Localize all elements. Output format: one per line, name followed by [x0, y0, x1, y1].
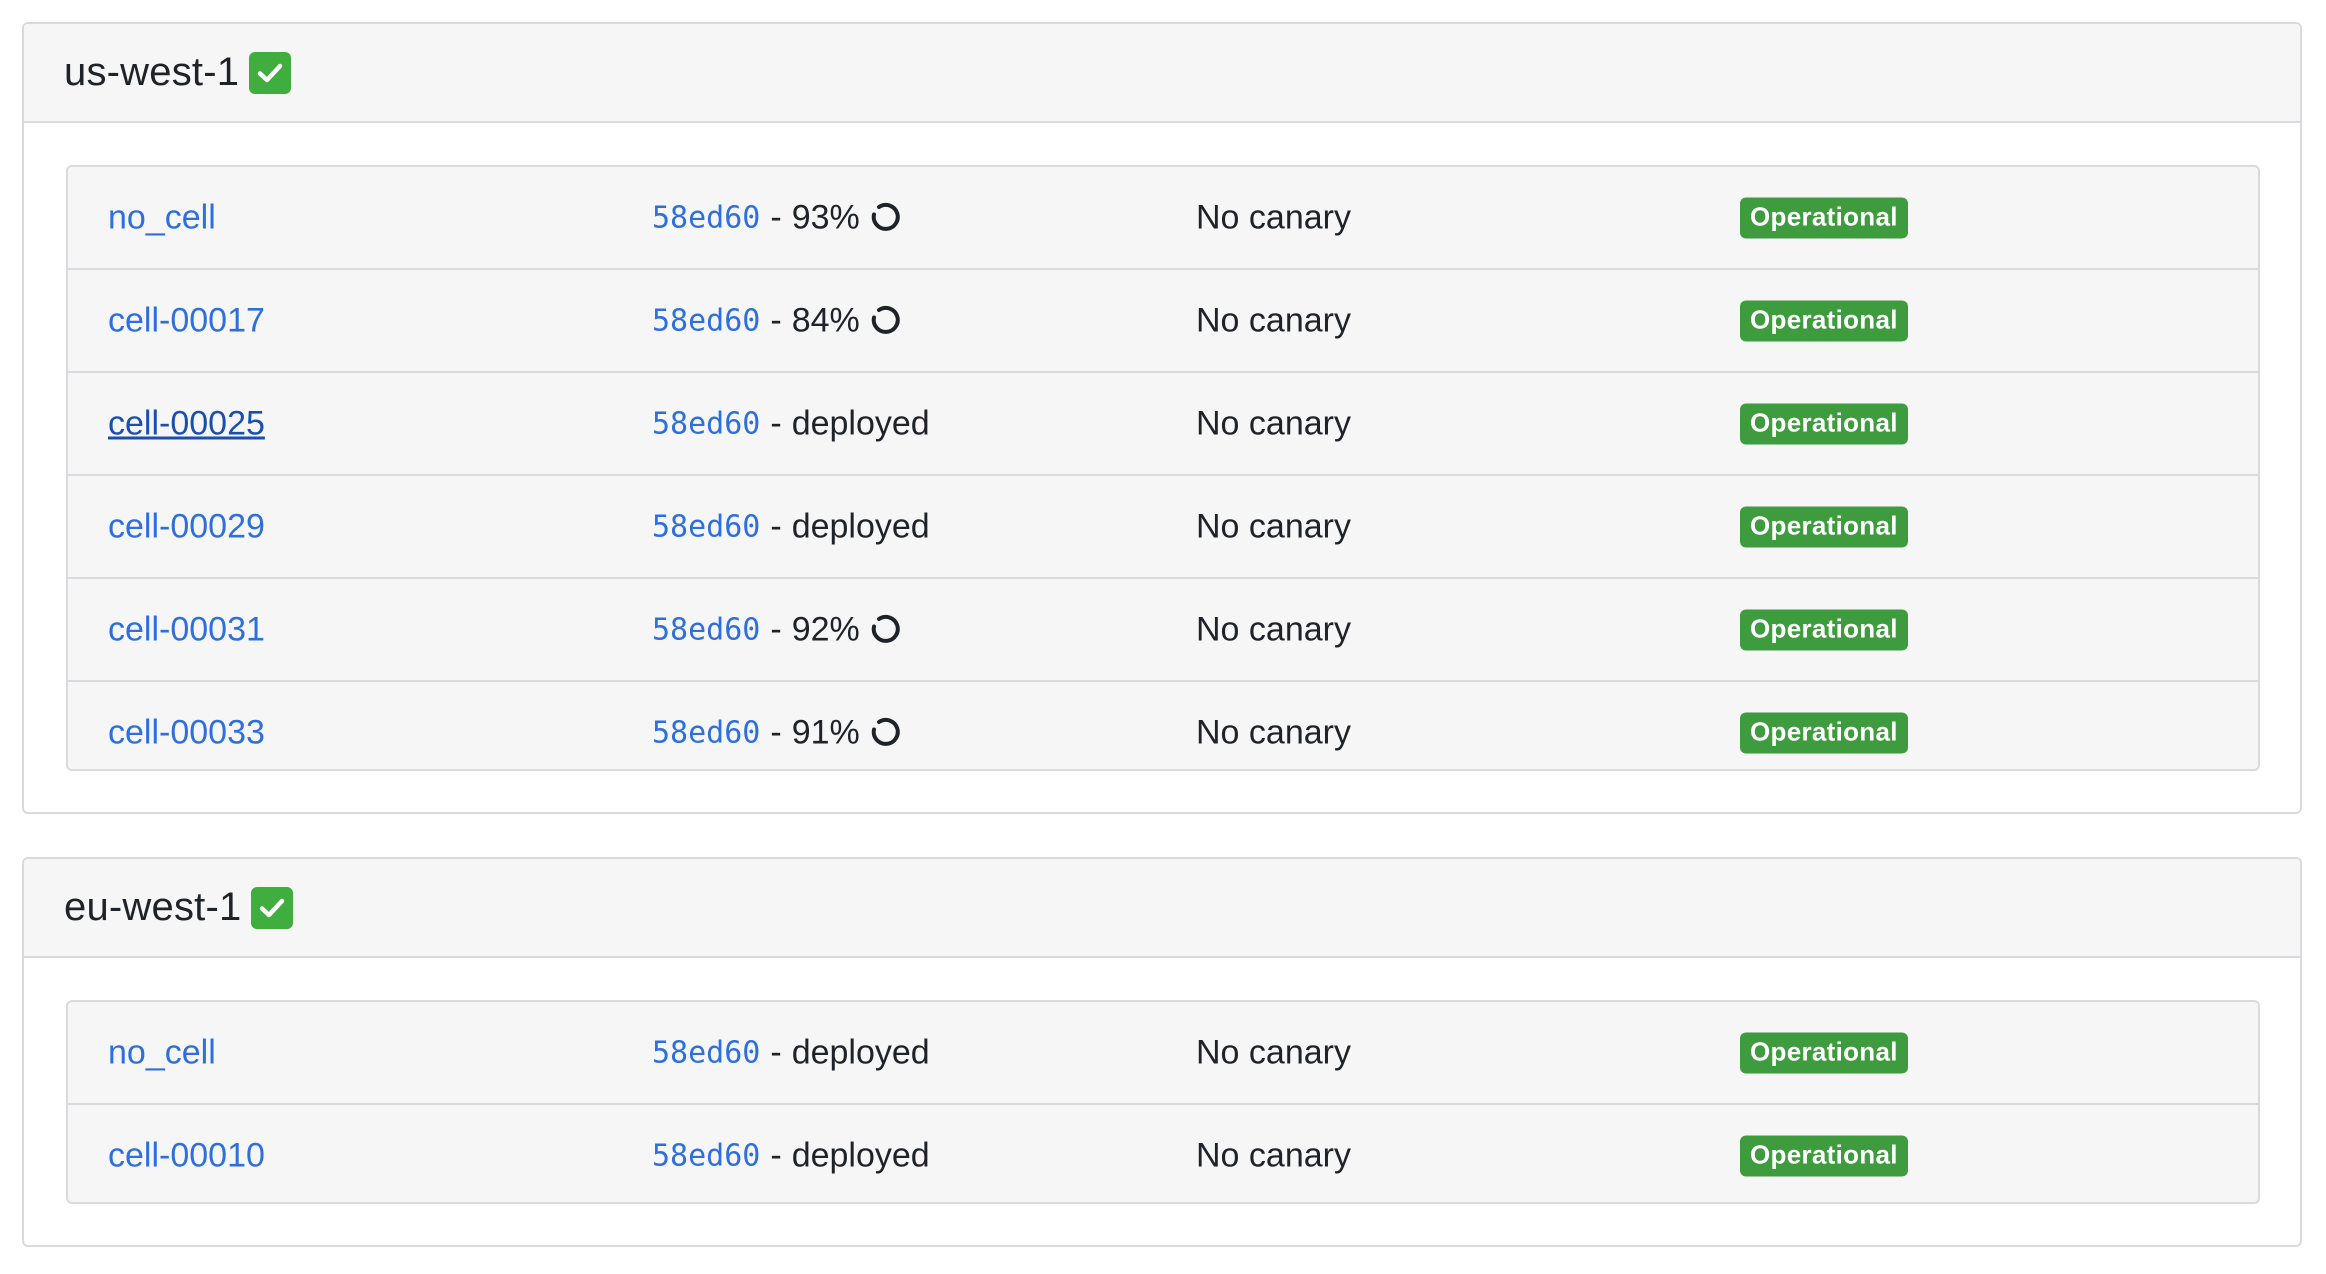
separator: - [770, 610, 782, 648]
spinner-icon [871, 306, 900, 334]
canary-status: No canary [1196, 404, 1351, 442]
deploy-state: deployed [791, 507, 930, 545]
spinner-icon [871, 718, 900, 746]
cell-link[interactable]: cell-00025 [108, 404, 265, 443]
cell-link[interactable]: cell-00010 [108, 1136, 265, 1175]
status-badge: Operational [1740, 403, 1908, 444]
region-title: us-west-1 [64, 50, 240, 94]
check-icon [251, 886, 294, 929]
separator: - [770, 301, 782, 339]
commit-link[interactable]: 58ed60 [652, 509, 760, 544]
deployment-version: 58ed60 - 84% [652, 301, 902, 340]
cell-link[interactable]: no_cell [108, 1033, 216, 1072]
commit-link[interactable]: 58ed60 [652, 303, 760, 338]
commit-link[interactable]: 58ed60 [652, 612, 760, 647]
commit-link[interactable]: 58ed60 [652, 1035, 760, 1070]
separator: - [770, 404, 782, 442]
cell-link[interactable]: cell-00029 [108, 507, 265, 546]
deploy-state: deployed [791, 1136, 930, 1174]
cell-table: no_cell 58ed60 - deployed No canary Oper… [66, 1000, 2260, 1204]
table-row: cell-00031 58ed60 - 92% No canary Operat… [68, 579, 2258, 682]
status-badge: Operational [1740, 1032, 1908, 1073]
deploy-state: 92% [791, 610, 860, 648]
status-badge: Operational [1740, 712, 1908, 753]
status-badge: Operational [1740, 1135, 1908, 1176]
spinner-icon [871, 615, 900, 643]
status-badge: Operational [1740, 197, 1908, 238]
region-title: eu-west-1 [64, 885, 242, 929]
deploy-state: 91% [791, 713, 860, 751]
deployment-version: 58ed60 - deployed [652, 1033, 930, 1072]
spinner-icon [871, 203, 900, 231]
canary-status: No canary [1196, 1033, 1351, 1071]
deployment-version: 58ed60 - deployed [652, 1136, 930, 1175]
separator: - [770, 198, 782, 236]
table-row: cell-00017 58ed60 - 84% No canary Operat… [68, 270, 2258, 373]
check-icon [249, 51, 292, 94]
canary-status: No canary [1196, 198, 1351, 236]
region-card-us-west-1: us-west-1 no_cell 58ed60 - 93% No canary… [22, 22, 2302, 814]
separator: - [770, 507, 782, 545]
table-row: no_cell 58ed60 - deployed No canary Oper… [68, 1002, 2258, 1105]
deployment-version: 58ed60 - 91% [652, 713, 902, 752]
separator: - [770, 1136, 782, 1174]
deploy-state: 93% [791, 198, 860, 236]
cell-table: no_cell 58ed60 - 93% No canary Operation… [66, 165, 2260, 771]
deploy-state: deployed [791, 404, 930, 442]
cell-link[interactable]: no_cell [108, 198, 216, 237]
canary-status: No canary [1196, 713, 1351, 751]
cell-link[interactable]: cell-00017 [108, 301, 265, 340]
region-card-eu-west-1: eu-west-1 no_cell 58ed60 - deployed No c… [22, 857, 2302, 1247]
table-row: no_cell 58ed60 - 93% No canary Operation… [68, 167, 2258, 270]
table-row: cell-00029 58ed60 - deployed No canary O… [68, 476, 2258, 579]
commit-link[interactable]: 58ed60 [652, 715, 760, 750]
table-row: cell-00025 58ed60 - deployed No canary O… [68, 373, 2258, 476]
separator: - [770, 713, 782, 751]
table-row: cell-00033 58ed60 - 91% No canary Operat… [68, 682, 2258, 769]
commit-link[interactable]: 58ed60 [652, 406, 760, 441]
deployment-version: 58ed60 - 93% [652, 198, 902, 237]
canary-status: No canary [1196, 301, 1351, 339]
deployment-version: 58ed60 - 92% [652, 610, 902, 649]
canary-status: No canary [1196, 507, 1351, 545]
region-header: eu-west-1 [24, 859, 2300, 958]
canary-status: No canary [1196, 610, 1351, 648]
commit-link[interactable]: 58ed60 [652, 1138, 760, 1173]
cell-link[interactable]: cell-00033 [108, 713, 265, 752]
cell-link[interactable]: cell-00031 [108, 610, 265, 649]
canary-status: No canary [1196, 1136, 1351, 1174]
deploy-state: deployed [791, 1033, 930, 1071]
status-badge: Operational [1740, 300, 1908, 341]
region-header: us-west-1 [24, 24, 2300, 123]
status-badge: Operational [1740, 609, 1908, 650]
commit-link[interactable]: 58ed60 [652, 200, 760, 235]
table-row: cell-00010 58ed60 - deployed No canary O… [68, 1105, 2258, 1202]
separator: - [770, 1033, 782, 1071]
deployment-version: 58ed60 - deployed [652, 404, 930, 443]
deploy-state: 84% [791, 301, 860, 339]
deployment-version: 58ed60 - deployed [652, 507, 930, 546]
status-badge: Operational [1740, 506, 1908, 547]
